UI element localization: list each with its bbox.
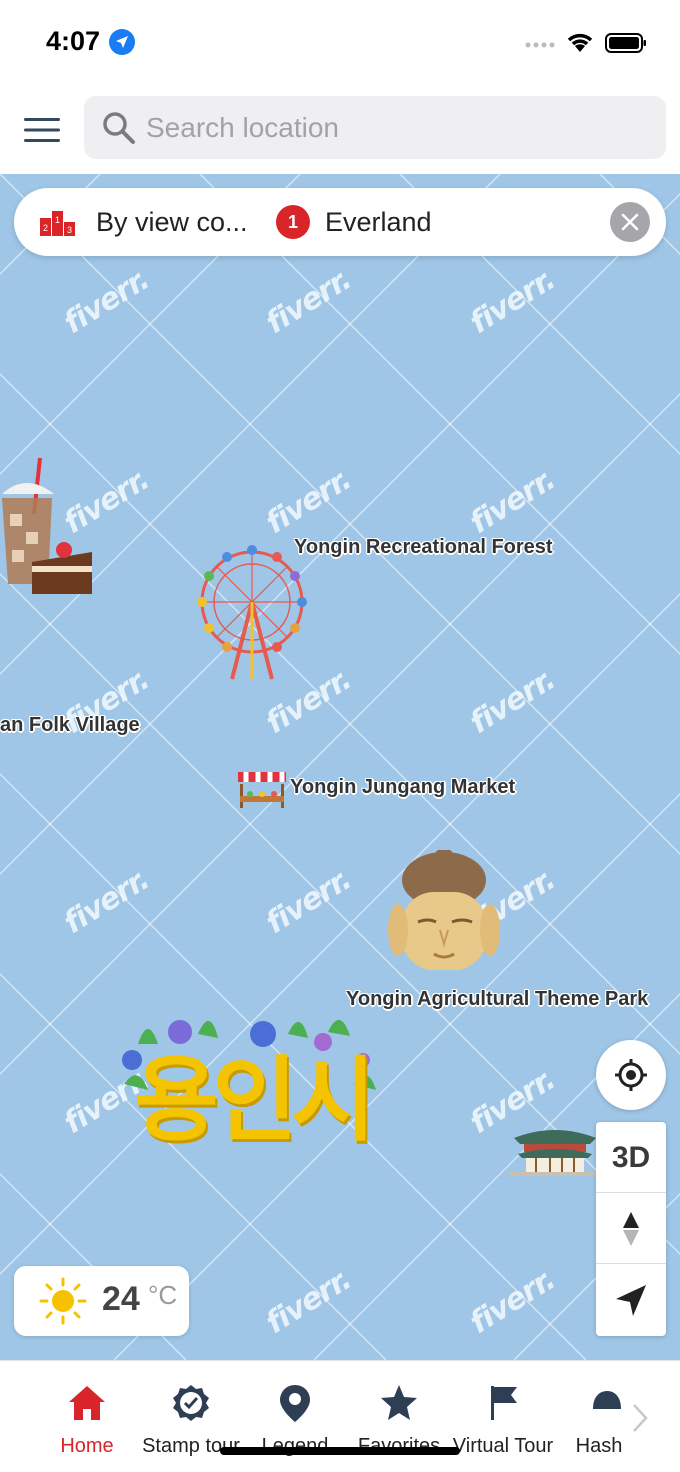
app-header <box>0 88 680 174</box>
sun-icon <box>39 1277 87 1325</box>
weather-widget[interactable]: 24 °C <box>14 1266 189 1336</box>
search-input[interactable] <box>146 96 646 159</box>
svg-text:1: 1 <box>55 215 60 225</box>
ranking-podium-icon[interactable]: 2 1 3 <box>40 208 76 238</box>
home-indicator <box>220 1447 460 1455</box>
poi-label-recreational-forest[interactable]: Yongin Recreational Forest <box>294 536 553 559</box>
close-icon[interactable] <box>610 202 650 242</box>
hashtag-icon <box>593 1391 621 1409</box>
ferris-wheel-icon[interactable] <box>192 544 312 684</box>
compass-icon <box>623 1212 639 1246</box>
stamp-badge-icon <box>173 1385 209 1421</box>
temperature-unit: °C <box>148 1280 178 1310</box>
buddha-statue-icon[interactable] <box>384 850 504 980</box>
navigation-mode-button[interactable] <box>596 1265 666 1336</box>
city-logo-text: 용인시 <box>134 1047 376 1154</box>
poi-label-jungang-market[interactable]: Yongin Jungang Market <box>290 776 515 799</box>
compass-button[interactable] <box>596 1194 666 1264</box>
status-time: 4:07 <box>46 26 101 56</box>
location-services-icon <box>109 29 135 55</box>
home-icon <box>69 1386 105 1420</box>
market-stall-icon[interactable] <box>236 770 288 810</box>
search-icon <box>103 112 135 144</box>
rank-badge: 1 <box>276 205 310 239</box>
bottom-tab-bar: Home Stamp tour Legend Favorites Virtual… <box>0 1360 680 1472</box>
star-icon <box>381 1385 417 1420</box>
chevron-right-icon[interactable] <box>628 1401 652 1435</box>
yongin-city-logo: 용인시 <box>118 1004 378 1154</box>
status-bar: 4:07 <box>0 0 680 88</box>
my-location-button[interactable] <box>596 1040 666 1110</box>
3d-toggle-button[interactable]: 3D <box>596 1122 666 1193</box>
battery-icon <box>605 33 646 53</box>
map-view[interactable]: fiverr. fiverr. fiverr. fiverr. fiverr. … <box>0 174 680 1360</box>
flag-icon <box>491 1386 517 1420</box>
svg-text:3: 3 <box>67 225 72 235</box>
watermark-grid <box>0 174 680 1360</box>
navigation-arrow-icon <box>616 1285 646 1316</box>
search-bar[interactable] <box>84 96 666 159</box>
cafe-dessert-icon[interactable] <box>0 454 96 594</box>
map-pin-icon <box>280 1385 310 1422</box>
poi-label-agricultural-theme-park[interactable]: Yongin Agricultural Theme Park <box>346 988 648 1011</box>
map-controls: 3D <box>596 1122 666 1336</box>
tab-hash-label: Hash <box>575 1435 623 1457</box>
traditional-building-icon[interactable] <box>510 1118 600 1178</box>
selected-place-label[interactable]: Everland <box>325 207 432 238</box>
cellular-signal-icon <box>525 42 555 48</box>
poi-label-folk-village[interactable]: an Folk Village <box>0 714 140 737</box>
sort-by-views-label[interactable]: By view co... <box>96 207 248 238</box>
svg-text:2: 2 <box>43 223 48 233</box>
filter-bar: 2 1 3 By view co... 1 Everland <box>14 188 666 256</box>
temperature-value: 24 <box>102 1280 140 1318</box>
crosshair-icon <box>615 1059 647 1091</box>
hamburger-menu-icon[interactable] <box>22 110 62 150</box>
wifi-icon <box>567 33 593 52</box>
